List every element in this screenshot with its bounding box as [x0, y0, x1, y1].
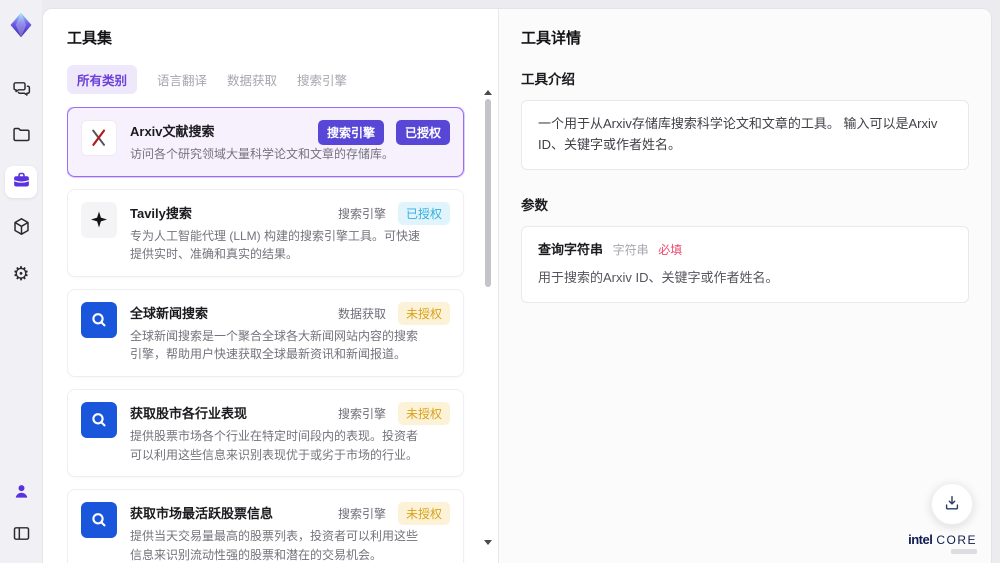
main-panel: 工具集 所有类别 语言翻译 数据获取 搜索引擎 Arxiv文献搜索 访问各个研究领域大…: [42, 8, 992, 563]
sidebar: ⚙: [0, 0, 42, 563]
tool-card[interactable]: Arxiv文献搜索 访问各个研究领域大量科学论文和文章的存储库。 搜索引擎 已授…: [67, 107, 464, 177]
tool-description: 专为人工智能代理 (LLM) 构建的搜索引擎工具。可快速提供实时、准确和真实的结…: [130, 228, 421, 262]
sidebar-item-files[interactable]: [5, 120, 37, 152]
tool-meta: 搜索引擎 已授权: [317, 120, 450, 145]
tab-search-engine[interactable]: 搜索引擎: [297, 65, 347, 94]
download-button[interactable]: [931, 483, 973, 525]
page-title: 工具集: [67, 30, 113, 47]
toolset-pane: 工具集 所有类别 语言翻译 数据获取 搜索引擎 Arxiv文献搜索 访问各个研究领域大…: [43, 9, 499, 563]
tool-icon: [81, 502, 117, 539]
tool-auth-badge: 已授权: [395, 120, 450, 145]
param-required-badge: 必填: [658, 242, 683, 257]
intro-text-box: 一个用于从Arxiv存储库搜索科学论文和文章的工具。 输入可以是Arxiv ID…: [521, 100, 969, 170]
intel-wordmark: intel: [908, 532, 933, 547]
tool-description: 访问各个研究领域大量科学论文和文章的存储库。: [130, 147, 395, 161]
tab-translation[interactable]: 语言翻译: [157, 65, 207, 94]
tool-auth-badge: 未授权: [397, 502, 450, 526]
params-heading: 参数: [521, 197, 548, 213]
app-logo-icon: [7, 10, 35, 40]
tool-description: 全球新闻搜索是一个聚合全球各大新闻网站内容的搜索引擎，帮助用户快速获取全球最新资…: [130, 328, 419, 362]
tool-description: 提供当天交易量最高的股票列表，投资者可以利用这些信息来识别流动性强的股票和潜在的…: [130, 529, 419, 562]
tool-category-badge: 搜索引擎: [337, 507, 386, 522]
tool-details-pane: 工具详情 工具介绍 一个用于从Arxiv存储库搜索科学论文和文章的工具。 输入可…: [499, 9, 991, 563]
details-title: 工具详情: [521, 30, 582, 47]
gear-icon: ⚙: [12, 262, 30, 285]
sidebar-bottom: [5, 477, 37, 551]
core-wordmark: core: [936, 533, 977, 547]
chat-icon: [11, 78, 32, 102]
param-type: 字符串: [612, 242, 649, 257]
tool-card[interactable]: 获取股市各行业表现 提供股票市场各个行业在特定时间段内的表现。投资者可以利用这些…: [67, 388, 464, 478]
tool-meta: 搜索引擎 未授权: [337, 401, 450, 425]
sidebar-item-packages[interactable]: [5, 212, 37, 244]
tool-list: Arxiv文献搜索 访问各个研究领域大量科学论文和文章的存储库。 搜索引擎 已授…: [67, 107, 476, 563]
tool-icon: [81, 120, 117, 156]
panel-collapse-icon: [11, 523, 32, 547]
download-icon: [942, 493, 962, 516]
sidebar-item-chat[interactable]: [5, 74, 37, 106]
intro-heading: 工具介绍: [521, 72, 575, 87]
tool-card[interactable]: Tavily搜索 专为人工智能代理 (LLM) 构建的搜索引擎工具。可快速提供实…: [67, 188, 464, 277]
sidebar-item-collapse[interactable]: [5, 519, 37, 551]
tool-category-badge: 数据获取: [337, 306, 386, 321]
sidebar-nav: ⚙: [5, 74, 37, 290]
tool-auth-badge: 未授权: [397, 401, 450, 425]
scrollbar-track[interactable]: [485, 99, 491, 535]
tool-icon: [81, 201, 117, 238]
intel-core-logo: intel core: [908, 532, 977, 554]
tool-category-badge: 搜索引擎: [337, 206, 386, 221]
tool-icon: [81, 401, 117, 438]
param-name: 查询字符串: [538, 241, 604, 257]
tab-data-fetch[interactable]: 数据获取: [227, 65, 277, 94]
tool-category-badge: 搜索引擎: [337, 406, 386, 421]
tool-meta: 搜索引擎 未授权: [337, 502, 450, 526]
tool-auth-badge: 已授权: [397, 201, 450, 225]
tool-card[interactable]: 全球新闻搜索 全球新闻搜索是一个聚合全球各大新闻网站内容的搜索引擎，帮助用户快速…: [67, 288, 464, 377]
tool-description: 提供股票市场各个行业在特定时间段内的表现。投资者可以利用这些信息来识别表现优于或…: [130, 428, 419, 462]
intel-logo-subtext: [951, 549, 977, 554]
tool-category-badge: 搜索引擎: [317, 120, 384, 145]
scrollbar-thumb[interactable]: [485, 99, 491, 287]
tool-meta: 数据获取 未授权: [337, 301, 450, 325]
sidebar-item-toolset[interactable]: [5, 166, 37, 198]
sidebar-item-settings[interactable]: ⚙: [5, 258, 37, 290]
sidebar-item-profile[interactable]: [5, 477, 37, 509]
tool-meta: 搜索引擎 已授权: [337, 201, 450, 225]
tab-all-categories[interactable]: 所有类别: [67, 65, 138, 94]
param-box: 查询字符串 字符串 必填 用于搜索的Arxiv ID、关键字或作者姓名。: [521, 225, 969, 304]
param-header: 查询字符串 字符串 必填: [538, 240, 952, 261]
tool-card[interactable]: 获取市场最活跃股票信息 提供当天交易量最高的股票列表，投资者可以利用这些信息来识…: [67, 489, 464, 563]
scrollbar-up-arrow[interactable]: [484, 90, 492, 95]
avatar-icon: [11, 481, 32, 505]
cube-icon: [11, 216, 32, 240]
tool-auth-badge: 未授权: [397, 301, 450, 325]
app-window: ⚙ 工具集 所有类别 语言翻译 数据获取 搜索引擎 Arxiv文献搜索 访问各个研究领…: [0, 0, 1000, 563]
scrollbar-down-arrow[interactable]: [484, 540, 492, 545]
tool-icon: [81, 301, 117, 338]
category-tabs: 所有类别 语言翻译 数据获取 搜索引擎: [67, 65, 476, 94]
param-description: 用于搜索的Arxiv ID、关键字或作者姓名。: [538, 270, 779, 286]
folder-icon: [11, 124, 32, 148]
briefcase-icon: [11, 170, 32, 194]
